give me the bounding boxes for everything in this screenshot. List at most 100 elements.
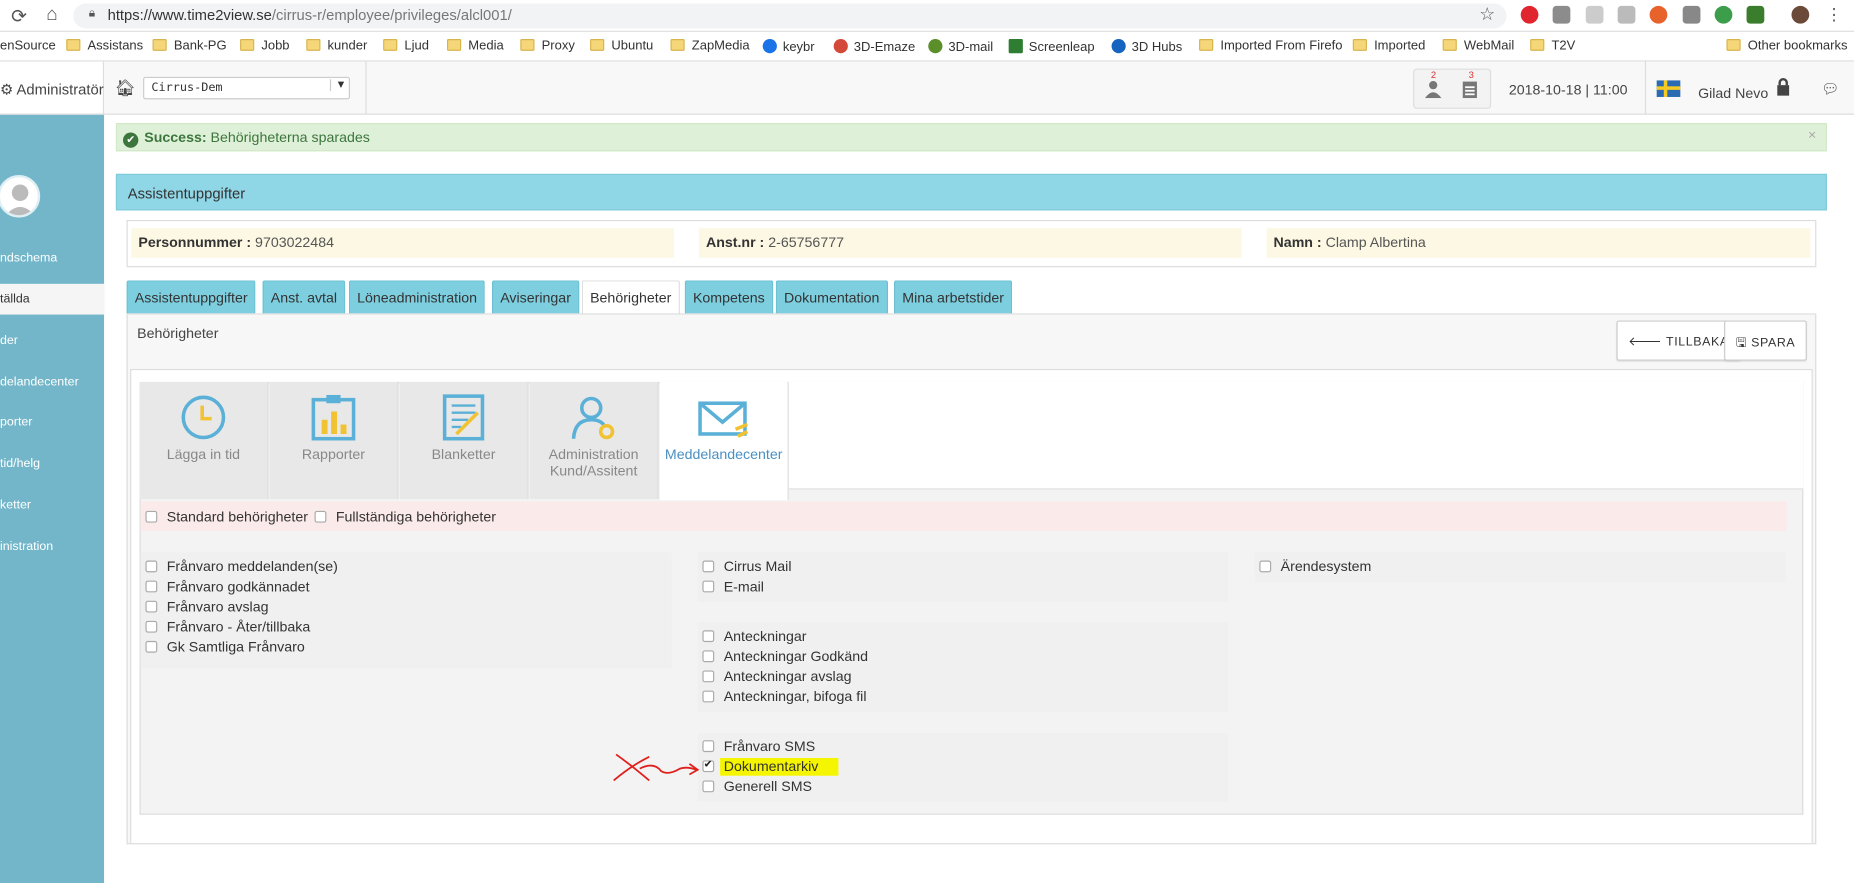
bookmark-item[interactable]: Screenleap xyxy=(1008,39,1095,54)
list-item[interactable]: E-mail xyxy=(702,578,764,598)
tab-behorigheter[interactable]: Behörigheter xyxy=(581,280,680,316)
sidebar-item-meddelandecenter[interactable]: delandecenter xyxy=(0,367,104,398)
list-item[interactable]: Anteckningar xyxy=(702,628,807,648)
standard-privileges-checkbox[interactable]: Standard behörigheter xyxy=(145,508,308,528)
tile-rapporter[interactable]: Rapporter xyxy=(269,381,399,500)
bookmark-item[interactable]: Jobb xyxy=(240,39,290,53)
browser-toolbar: ⟳ ⌂ 🔒︎ https://www.time2view.se/cirrus-r… xyxy=(0,0,1854,32)
sidebar-item-kunder[interactable]: der xyxy=(0,325,104,356)
tab-assistentuppgifter[interactable]: Assistentuppgifter xyxy=(126,280,256,314)
list-item[interactable]: Anteckningar, bifoga fil xyxy=(702,688,866,708)
list-item[interactable]: Ärendesystem xyxy=(1259,558,1371,578)
form-icon xyxy=(442,394,485,441)
checkbox[interactable] xyxy=(314,510,327,523)
bookmark-item[interactable]: Media xyxy=(446,39,504,53)
padlock-icon: 🔒︎ xyxy=(88,7,95,21)
chat-icon[interactable]: 💬︎ xyxy=(1821,80,1839,97)
list-item[interactable]: Frånvaro meddelanden(se) xyxy=(145,558,338,578)
duckduckgo-icon[interactable] xyxy=(1649,5,1668,24)
tab-anst-avtal[interactable]: Anst. avtal xyxy=(262,280,346,314)
extension-icon[interactable] xyxy=(1617,5,1636,24)
check-circle-icon: ✔ xyxy=(122,132,139,148)
badge-tasks: 3 xyxy=(1468,69,1474,81)
tab-loneadministration[interactable]: Löneadministration xyxy=(348,280,486,314)
bookmark-item[interactable]: Ljud xyxy=(383,39,429,53)
bookmark-item[interactable]: T2V xyxy=(1530,39,1575,53)
bookmark-item[interactable]: 3D-mail xyxy=(928,39,993,54)
swedish-flag-icon[interactable] xyxy=(1656,80,1681,97)
menu-dots-icon[interactable]: ⋮ xyxy=(1822,5,1846,25)
client-select[interactable]: Cirrus-Dem ▼ xyxy=(143,76,351,100)
tile-blanketter[interactable]: Blanketter xyxy=(399,381,529,500)
floppy-disk-icon: 🖫 xyxy=(1735,335,1748,351)
anstnr-field: Anst.nr : 2-65756777 xyxy=(698,228,1242,258)
extension-icon[interactable] xyxy=(1682,5,1701,24)
bookmark-star-icon[interactable]: ☆ xyxy=(1479,4,1495,25)
full-privileges-checkbox[interactable]: Fullständiga behörigheter xyxy=(314,508,496,528)
personnummer-field: Personnummer : 9703022484 xyxy=(131,228,675,258)
list-item[interactable]: Frånvaro - Åter/tillbaka xyxy=(145,618,310,638)
sidebar-item-administration[interactable]: inistration xyxy=(0,531,104,562)
checkbox[interactable] xyxy=(145,510,158,523)
home-icon[interactable]: ⌂ xyxy=(40,5,64,26)
list-item[interactable]: Frånvaro godkännadet xyxy=(145,578,310,598)
home-icon[interactable]: 🏠︎ xyxy=(115,78,136,98)
success-alert: ✔ Success: Behörigheterna sparades xyxy=(115,122,1827,152)
bookmark-item[interactable]: Bank-PG xyxy=(152,39,227,53)
list-item[interactable]: Anteckningar Godkänd xyxy=(702,648,868,668)
tab-kompetens[interactable]: Kompetens xyxy=(684,280,774,314)
bookmark-item[interactable]: enSource xyxy=(0,39,56,53)
divider xyxy=(1644,61,1647,115)
bookmark-item[interactable]: 3D Hubs xyxy=(1111,39,1182,54)
sidebar-item-rapporter[interactable]: porter xyxy=(0,407,104,438)
list-item[interactable]: Frånvaro SMS xyxy=(702,738,815,758)
list-item[interactable]: Generell SMS xyxy=(702,778,812,798)
hangouts-icon[interactable] xyxy=(1714,5,1733,24)
bookmark-item[interactable]: kunder xyxy=(306,39,367,53)
extension-icon[interactable] xyxy=(1552,5,1571,24)
back-button[interactable]: 🡐 TILLBAKA xyxy=(1616,320,1741,361)
list-item[interactable]: Gk Samtliga Frånvaro xyxy=(145,639,305,659)
badge-users: 2 xyxy=(1430,69,1437,81)
tab-aviseringar[interactable]: Aviseringar xyxy=(491,280,580,314)
tasks-icon[interactable] xyxy=(1462,79,1479,101)
tile-meddelandecenter[interactable]: Meddelandecenter xyxy=(659,381,789,501)
bookmark-item[interactable]: keybr xyxy=(762,39,815,54)
tile-administration[interactable]: Administration Kund/Assitent xyxy=(529,381,659,500)
users-icon[interactable] xyxy=(1424,79,1443,101)
bookmark-item[interactable]: ZapMedia xyxy=(670,39,750,53)
tab-mina-arbetstider[interactable]: Mina arbetstider xyxy=(893,280,1013,314)
bookmark-item[interactable]: Imported From Firefo xyxy=(1199,39,1343,53)
chevron-down-icon: ▼ xyxy=(329,79,344,92)
opera-icon[interactable] xyxy=(1520,5,1539,24)
sidebar-item-blanketter[interactable]: ketter xyxy=(0,490,104,521)
sidebar-item-tid-helg[interactable]: tid/helg xyxy=(0,448,104,479)
list-item[interactable]: Anteckningar avslag xyxy=(702,668,851,688)
list-item[interactable]: Cirrus Mail xyxy=(702,558,791,578)
close-icon[interactable]: × xyxy=(1808,127,1816,144)
dokumentarkiv-checkbox[interactable]: Dokumentarkiv xyxy=(702,758,818,778)
bookmark-item[interactable]: 3D-Emaze xyxy=(833,39,915,54)
bookmark-item[interactable]: Assistans xyxy=(66,39,143,53)
sidebar-item-anstallda[interactable]: tällda xyxy=(0,283,105,315)
bookmark-item[interactable]: Proxy xyxy=(520,39,575,53)
profile-avatar-icon[interactable] xyxy=(1791,5,1810,24)
tile-lagga-in-tid[interactable]: Lägga in tid xyxy=(139,381,269,500)
list-item[interactable]: Frånvaro avslag xyxy=(145,598,268,618)
screen-icon[interactable] xyxy=(1746,5,1765,24)
other-bookmarks[interactable]: Other bookmarks xyxy=(1726,39,1848,53)
arrow-left-icon: 🡐 xyxy=(1628,334,1663,349)
save-button[interactable]: 🖫 SPARA xyxy=(1724,320,1808,361)
bookmark-item[interactable]: Ubuntu xyxy=(590,39,653,53)
sidebar-item-schema[interactable]: ndschema xyxy=(0,242,104,273)
username[interactable]: Gilad Nevo xyxy=(1698,85,1768,102)
tab-dokumentation[interactable]: Dokumentation xyxy=(775,280,888,314)
section-title: Behörigheter xyxy=(137,325,219,342)
bookmark-item[interactable]: Imported xyxy=(1352,39,1425,53)
tile-bar-filler xyxy=(788,381,1804,490)
reload-icon[interactable]: ⟳ xyxy=(7,5,31,29)
lock-icon[interactable] xyxy=(1776,78,1790,99)
extension-icon[interactable] xyxy=(1585,5,1604,24)
clipboard-chart-icon xyxy=(311,394,356,441)
bookmark-item[interactable]: WebMail xyxy=(1442,39,1514,53)
